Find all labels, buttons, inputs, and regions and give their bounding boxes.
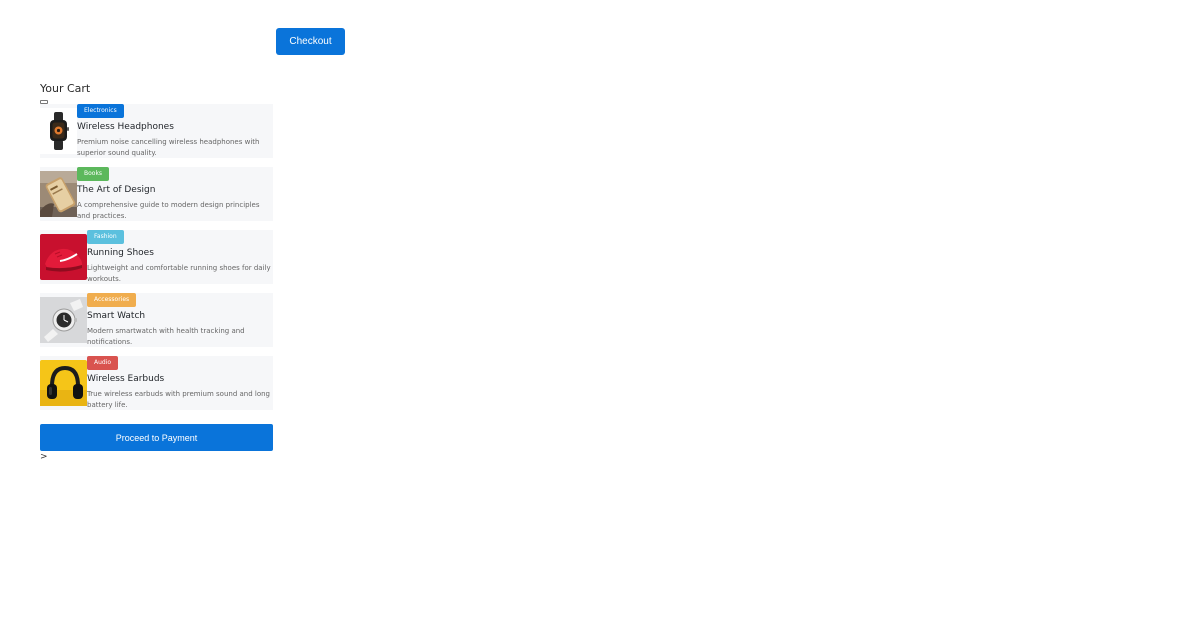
cart-item-smart-watch[interactable]: Accessories Smart Watch Modern smartwatc… [40, 293, 273, 347]
item-description: Premium noise cancelling wireless headph… [77, 138, 260, 157]
item-description: Modern smartwatch with health tracking a… [87, 327, 245, 346]
category-badge: Books [77, 167, 110, 181]
red-sneaker-photo-icon [40, 234, 87, 280]
item-name[interactable]: Smart Watch [87, 311, 145, 321]
item-name[interactable]: Wireless Headphones [77, 122, 174, 132]
white-watch-photo-icon [40, 297, 87, 343]
category-badge: Audio [87, 356, 119, 370]
item-description: A comprehensive guide to modern design p… [77, 201, 260, 220]
phone-on-table-photo-icon [40, 171, 77, 217]
category-badge: Accessories [87, 293, 137, 307]
category-badge: Fashion [87, 230, 124, 244]
headphones-photo-icon [40, 360, 87, 406]
cart-item-list: Electronics Wireless Headphones Premium … [40, 104, 273, 419]
category-badge: Electronics [77, 104, 124, 118]
item-description: Lightweight and comfortable running shoe… [87, 264, 271, 283]
cart-item-wireless-earbuds[interactable]: Audio Wireless Earbuds True wireless ear… [40, 356, 273, 410]
proceed-to-payment-button[interactable]: Proceed to Payment [40, 424, 273, 451]
chevron-right-icon[interactable]: > [40, 452, 48, 462]
item-name[interactable]: Wireless Earbuds [87, 374, 164, 384]
cart-item-wireless-headphones[interactable]: Electronics Wireless Headphones Premium … [40, 104, 273, 158]
item-description: True wireless earbuds with premium sound… [87, 390, 271, 409]
checkout-button[interactable]: Checkout [276, 28, 345, 55]
cart-title: Your Cart [40, 82, 91, 95]
cart-item-running-shoes[interactable]: Fashion Running Shoes Lightweight and co… [40, 230, 273, 284]
cart-item-the-art-of-design[interactable]: Books The Art of Design A comprehensive … [40, 167, 273, 221]
item-name[interactable]: Running Shoes [87, 248, 154, 258]
item-name[interactable]: The Art of Design [77, 185, 155, 195]
smartwatch-photo-icon [40, 108, 77, 154]
